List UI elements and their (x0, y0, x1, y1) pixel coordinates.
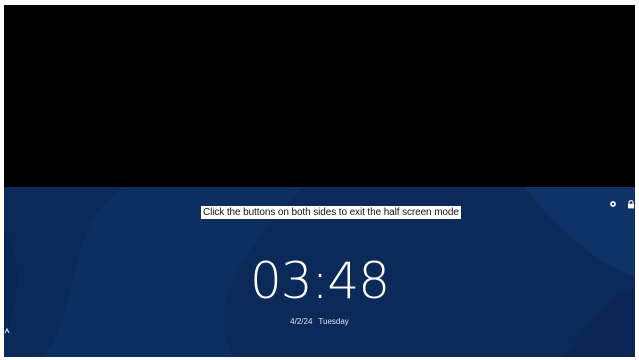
clock-weekday: Tuesday (318, 317, 349, 326)
lock-icon (627, 199, 635, 208)
empty-top-half (4, 5, 635, 187)
half-screen-hint: Click the buttons on both sides to exit … (201, 206, 461, 219)
clock-date: 4/2/24 (290, 317, 313, 326)
device-screen: Click the buttons on both sides to exit … (4, 5, 635, 357)
lock-screen-half: Click the buttons on both sides to exit … (4, 187, 635, 357)
gear-icon (610, 201, 616, 207)
chevron-up-icon (4, 327, 10, 334)
clock-time: 03:48 (249, 252, 390, 310)
left-edge-button[interactable] (4, 325, 10, 337)
date-row: 4/2/24 Tuesday (4, 317, 635, 327)
settings-button[interactable] (608, 199, 618, 209)
lock-button[interactable] (626, 199, 635, 209)
